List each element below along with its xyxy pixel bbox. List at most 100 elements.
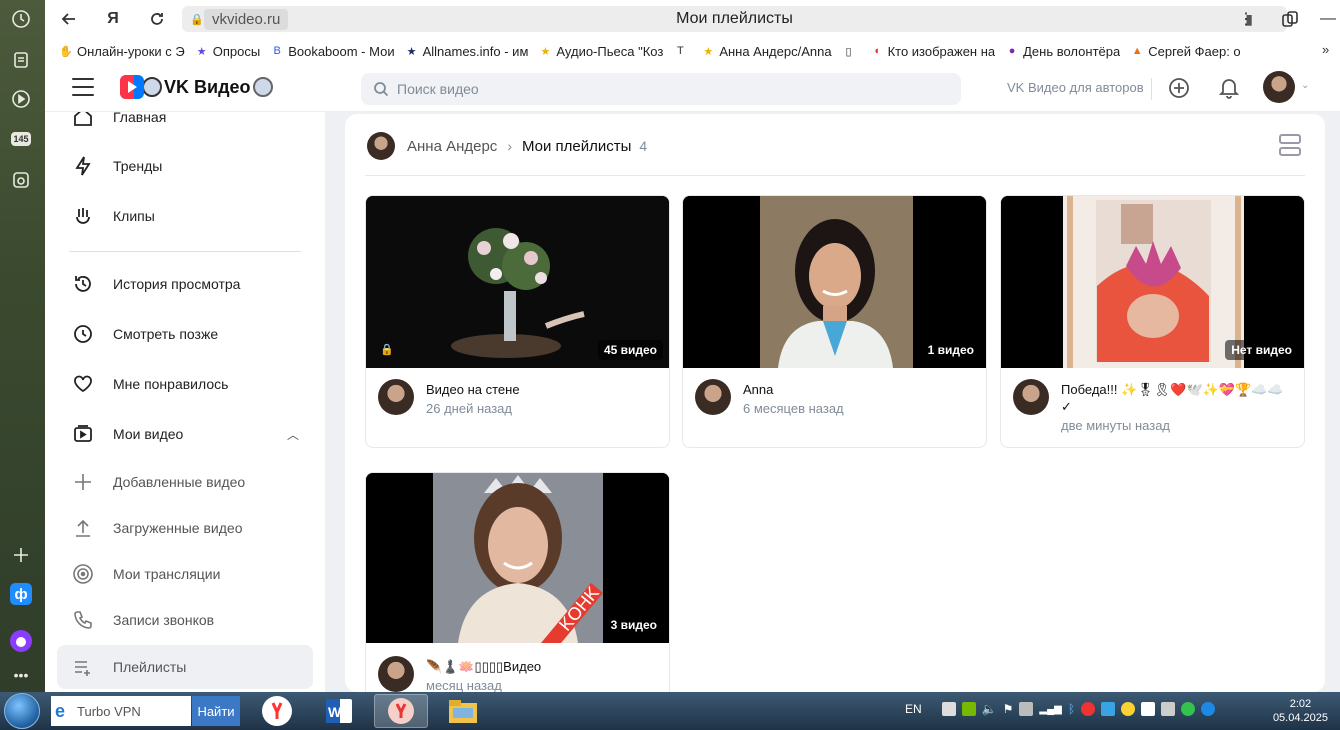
sidebar-item-clips[interactable]: Клипы bbox=[57, 195, 313, 237]
signal-icon[interactable]: ▂▄▆ bbox=[1039, 704, 1061, 715]
sidebar-item-call-records[interactable]: Записи звонков bbox=[57, 599, 313, 641]
tray-app3-icon[interactable] bbox=[1121, 702, 1136, 716]
more-icon[interactable]: ••• bbox=[10, 664, 32, 686]
sidebar-item-liked[interactable]: Мне понравилось bbox=[57, 363, 313, 405]
user-avatar[interactable] bbox=[1263, 71, 1295, 103]
bookmark-item[interactable]: ★ Аудио-Пьеса "Коз bbox=[538, 44, 663, 59]
playlist-title[interactable]: Победа!!! ✨🎖🎗❤️🕊️✨💝🏆☁️☁️✓ bbox=[1061, 381, 1292, 415]
playlist-title[interactable]: Видео на стене bbox=[426, 381, 657, 398]
playlist-date: 26 дней назад bbox=[426, 401, 512, 416]
sidebar-item-added-videos[interactable]: Добавленные видео bbox=[57, 461, 313, 503]
authors-link[interactable]: VK Видео для авторов bbox=[1007, 80, 1144, 95]
minimize-icon[interactable]: — bbox=[1313, 4, 1340, 34]
taskbar-search[interactable]: e Turbo VPN bbox=[51, 696, 191, 726]
header-divider bbox=[1151, 78, 1152, 100]
yandex-browser-icon[interactable] bbox=[250, 694, 304, 728]
bookmarks-overflow-icon[interactable]: » bbox=[1322, 42, 1329, 57]
playlist-thumbnail[interactable]: 🔒 45 видео bbox=[366, 196, 669, 368]
back-icon[interactable] bbox=[54, 4, 84, 34]
yandex-active-icon[interactable] bbox=[374, 694, 428, 728]
volume-icon[interactable]: 🔈 bbox=[982, 702, 997, 716]
bookmark-item[interactable]: ★ Allnames.info - им bbox=[405, 44, 529, 59]
flag-icon[interactable]: ⚑ bbox=[1003, 702, 1014, 716]
kaspersky-icon[interactable] bbox=[1181, 702, 1196, 716]
bookmark-item[interactable]: ▲ Сергей Фаер: о bbox=[1130, 44, 1241, 59]
playlist-card[interactable]: KOHK 3 видео 🪶♟️🪷▯▯▯▯Видео месяц назад bbox=[365, 472, 670, 725]
menu-icon[interactable] bbox=[72, 78, 94, 96]
bookmark-item[interactable]: ★ Опросы bbox=[195, 44, 260, 59]
word-icon[interactable]: W bbox=[312, 694, 366, 728]
sidebar-item-playlists[interactable]: Плейлисты bbox=[57, 645, 313, 689]
counter-badge[interactable]: 145 bbox=[10, 128, 32, 150]
bluetooth-icon[interactable]: ᛒ bbox=[1068, 702, 1075, 716]
tray-app4-icon[interactable] bbox=[1141, 702, 1156, 716]
file-explorer-icon[interactable] bbox=[436, 694, 490, 728]
sidebar-item-my-videos[interactable]: Мои видео ︿ bbox=[57, 413, 313, 455]
star-icon: ★ bbox=[406, 45, 417, 58]
search-input[interactable] bbox=[397, 81, 917, 97]
f-app-icon[interactable]: ф bbox=[10, 583, 32, 605]
bookmark-item[interactable]: ● День волонтёра bbox=[1005, 44, 1120, 59]
keyboard-icon[interactable] bbox=[1019, 702, 1034, 716]
sidebar-item-trends[interactable]: Тренды bbox=[57, 145, 313, 187]
breadcrumb-owner[interactable]: Анна Андерс bbox=[407, 138, 497, 155]
doc-icon: ▯ bbox=[845, 45, 852, 58]
history-icon[interactable] bbox=[10, 8, 32, 30]
menu-dots-icon[interactable]: ⋮ bbox=[1231, 4, 1261, 34]
playlist-thumbnail[interactable]: KOHK 3 видео bbox=[366, 473, 669, 643]
sidebar-item-watch-later[interactable]: Смотреть позже bbox=[57, 313, 313, 355]
collections-icon[interactable] bbox=[10, 49, 32, 71]
screenshot-icon[interactable] bbox=[10, 169, 32, 191]
yandex-icon[interactable]: Я bbox=[98, 4, 128, 34]
bell-icon[interactable] bbox=[1217, 76, 1241, 100]
play-logo-icon bbox=[120, 75, 144, 99]
bookmark-item[interactable]: T bbox=[673, 44, 691, 58]
add-icon[interactable] bbox=[10, 544, 32, 566]
chevron-up-icon[interactable]: ︿ bbox=[287, 426, 299, 443]
playlist-title[interactable]: Anna bbox=[743, 381, 974, 398]
taskbar-find-button[interactable]: Найти bbox=[192, 696, 240, 726]
author-avatar[interactable] bbox=[378, 656, 414, 692]
search-box[interactable] bbox=[361, 73, 961, 105]
plus-icon bbox=[69, 468, 97, 496]
video-icon[interactable] bbox=[10, 88, 32, 110]
playlist-card[interactable]: Нет видео Победа!!! ✨🎖🎗❤️🕊️✨💝🏆☁️☁️✓ две … bbox=[1000, 195, 1305, 448]
bookmark-item[interactable]: ✋ Онлайн-уроки с Э bbox=[59, 44, 185, 59]
sidebar-item-label: История просмотра bbox=[113, 276, 241, 292]
author-avatar[interactable] bbox=[378, 379, 414, 415]
author-avatar[interactable] bbox=[1013, 379, 1049, 415]
tray-app-icon[interactable] bbox=[941, 702, 956, 716]
clock[interactable]: 2:02 05.04.2025 bbox=[1273, 697, 1328, 725]
playlist-title[interactable]: 🪶♟️🪷▯▯▯▯Видео bbox=[426, 658, 657, 675]
eye-decoration-icon bbox=[252, 77, 273, 97]
chevron-down-icon[interactable]: ⌄ bbox=[1301, 80, 1309, 91]
nvidia-icon[interactable] bbox=[961, 702, 976, 716]
playlist-thumbnail[interactable]: 1 видео bbox=[683, 196, 986, 368]
playlist-card[interactable]: 🔒 45 видео Видео на стене 26 дней назад bbox=[365, 195, 670, 448]
sidebar-item-history[interactable]: История просмотра bbox=[57, 263, 313, 305]
playlist-thumbnail[interactable]: Нет видео bbox=[1001, 196, 1304, 368]
bookmark-item[interactable]: ◖ Кто изображен на bbox=[870, 44, 995, 59]
sidebar-item-broadcasts[interactable]: Мои трансляции bbox=[57, 553, 313, 595]
reload-icon[interactable] bbox=[142, 4, 172, 34]
windows-start-icon[interactable] bbox=[4, 693, 40, 729]
bookmark-item[interactable]: ▯ bbox=[842, 44, 860, 58]
view-toggle-icon[interactable] bbox=[1279, 134, 1301, 156]
playlist-card[interactable]: 1 видео Anna 6 месяцев назад bbox=[682, 195, 987, 448]
owner-avatar[interactable] bbox=[367, 132, 395, 160]
opera-icon[interactable] bbox=[1081, 702, 1096, 716]
bookmark-item[interactable]: B Bookaboom - Мои bbox=[270, 44, 395, 59]
bookmark-item[interactable]: ★ Анна Андерс/Anna bbox=[701, 44, 831, 59]
sidebar-item-uploaded-videos[interactable]: Загруженные видео bbox=[57, 507, 313, 549]
vk-video-logo[interactable]: VK Видео bbox=[120, 73, 273, 101]
extensions-icon[interactable] bbox=[1275, 4, 1305, 34]
security-icon[interactable] bbox=[1161, 702, 1176, 716]
zoom-icon[interactable] bbox=[1201, 702, 1216, 716]
sidebar-item-home[interactable]: Главная bbox=[57, 112, 313, 138]
add-video-icon[interactable] bbox=[1167, 76, 1191, 100]
author-avatar[interactable] bbox=[695, 379, 731, 415]
language-indicator[interactable]: EN bbox=[905, 702, 922, 716]
tray-app2-icon[interactable] bbox=[1101, 702, 1116, 716]
address-bar[interactable]: 🔒 vkvideo.ru Мои плейлисты ▮ bbox=[182, 6, 1287, 32]
alice-icon[interactable] bbox=[10, 630, 32, 652]
